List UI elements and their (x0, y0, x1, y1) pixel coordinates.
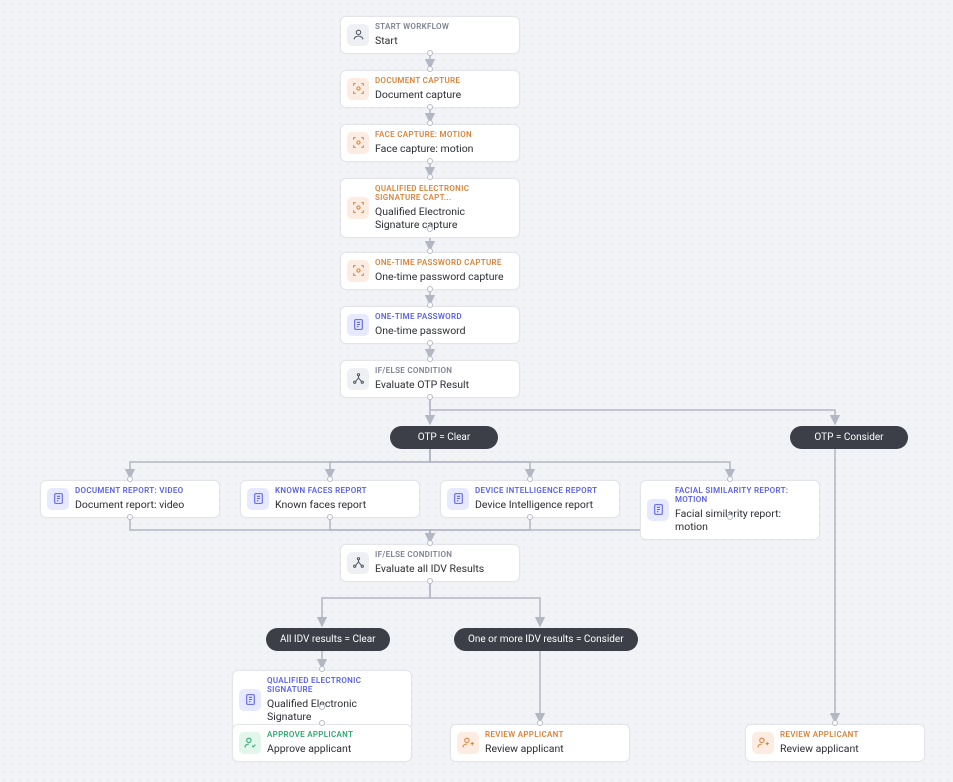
category: APPROVE APPLICANT (267, 731, 401, 740)
node-face-capture[interactable]: FACE CAPTURE: MOTION Face capture: motio… (340, 124, 520, 162)
node-facial-similarity[interactable]: FACIAL SIMILARITY REPORT: MOTION Facial … (640, 480, 820, 540)
node-eval-idv[interactable]: IF/ELSE CONDITION Evaluate all IDV Resul… (340, 544, 520, 582)
pill-otp-clear[interactable]: OTP = Clear (390, 426, 498, 449)
review-icon (752, 732, 774, 754)
category: DOCUMENT REPORT: VIDEO (75, 487, 209, 496)
document-icon (239, 689, 261, 711)
title: Known faces report (275, 498, 409, 511)
title: Face capture: motion (375, 142, 509, 155)
approve-icon (239, 732, 261, 754)
category: DEVICE INTELLIGENCE REPORT (475, 487, 609, 496)
node-otp-capture[interactable]: ONE-TIME PASSWORD CAPTURE One-time passw… (340, 252, 520, 290)
category: ONE-TIME PASSWORD CAPTURE (375, 259, 509, 268)
node-approve[interactable]: APPROVE APPLICANT Approve applicant (232, 724, 412, 762)
branch-icon (347, 552, 369, 574)
category: KNOWN FACES REPORT (275, 487, 409, 496)
category: ONE-TIME PASSWORD (375, 313, 509, 322)
document-icon (647, 499, 669, 521)
capture-icon (347, 260, 369, 282)
capture-icon (347, 78, 369, 100)
document-icon (447, 488, 469, 510)
category: IF/ELSE CONDITION (375, 367, 509, 376)
node-start[interactable]: START WORKFLOW Start (340, 16, 520, 54)
capture-icon (347, 197, 369, 219)
document-icon (347, 314, 369, 336)
title: Facial similarity report: motion (675, 507, 809, 533)
node-otp[interactable]: ONE-TIME PASSWORD One-time password (340, 306, 520, 344)
title: Review applicant (780, 742, 914, 755)
node-known-faces[interactable]: KNOWN FACES REPORT Known faces report (240, 480, 420, 518)
title: Evaluate OTP Result (375, 378, 509, 391)
category: FACIAL SIMILARITY REPORT: MOTION (675, 487, 809, 505)
document-icon (47, 488, 69, 510)
document-icon (247, 488, 269, 510)
node-review-1[interactable]: REVIEW APPLICANT Review applicant (450, 724, 630, 762)
node-device-intel[interactable]: DEVICE INTELLIGENCE REPORT Device Intell… (440, 480, 620, 518)
title: Start (375, 34, 509, 47)
review-icon (457, 732, 479, 754)
pill-idv-consider[interactable]: One or more IDV results = Consider (454, 628, 638, 651)
title: Approve applicant (267, 742, 401, 755)
title: Device Intelligence report (475, 498, 609, 511)
category: QUALIFIED ELECTRONIC SIGNATURE (267, 677, 401, 695)
node-document-report[interactable]: DOCUMENT REPORT: VIDEO Document report: … (40, 480, 220, 518)
workflow-canvas[interactable]: START WORKFLOW Start DOCUMENT CAPTURE Do… (0, 0, 953, 782)
node-review-2[interactable]: REVIEW APPLICANT Review applicant (745, 724, 925, 762)
node-eval-otp[interactable]: IF/ELSE CONDITION Evaluate OTP Result (340, 360, 520, 398)
category: FACE CAPTURE: MOTION (375, 131, 509, 140)
title: One-time password (375, 324, 509, 337)
category: IF/ELSE CONDITION (375, 551, 509, 560)
category: DOCUMENT CAPTURE (375, 77, 509, 86)
title: Evaluate all IDV Results (375, 562, 509, 575)
title: Document capture (375, 88, 509, 101)
category: REVIEW APPLICANT (780, 731, 914, 740)
branch-icon (347, 368, 369, 390)
node-document-capture[interactable]: DOCUMENT CAPTURE Document capture (340, 70, 520, 108)
user-icon (347, 24, 369, 46)
category: START WORKFLOW (375, 23, 509, 32)
category: REVIEW APPLICANT (485, 731, 619, 740)
title: Document report: video (75, 498, 209, 511)
title: Qualified Electronic Signature capture (375, 205, 509, 231)
pill-otp-consider[interactable]: OTP = Consider (790, 426, 908, 449)
title: One-time password capture (375, 270, 509, 283)
capture-icon (347, 132, 369, 154)
pill-idv-clear[interactable]: All IDV results = Clear (266, 628, 390, 651)
category: QUALIFIED ELECTRONIC SIGNATURE CAPT... (375, 185, 509, 203)
title: Review applicant (485, 742, 619, 755)
title: Qualified Electronic Signature (267, 697, 401, 723)
